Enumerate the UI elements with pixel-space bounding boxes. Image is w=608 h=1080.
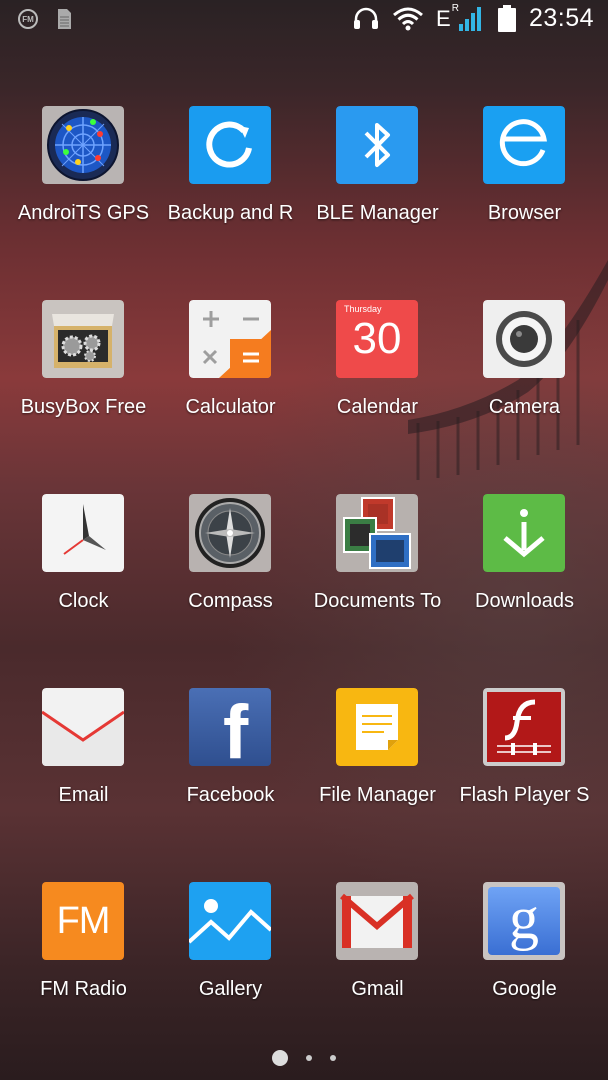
- compass-icon: [189, 494, 271, 572]
- app-label: Gallery: [198, 978, 263, 1000]
- fm-radio-glyph: FM: [56, 900, 111, 942]
- network-type-label: E: [436, 5, 451, 31]
- app-calculator[interactable]: Calculator: [157, 290, 304, 484]
- app-gmail[interactable]: Gmail: [304, 872, 451, 1066]
- calendar-day-number: 30: [352, 314, 402, 363]
- app-row: BusyBox Free Calculator Thursday 30 Cale…: [10, 290, 598, 484]
- app-label: Email: [58, 784, 109, 806]
- app-label: FM Radio: [40, 978, 127, 1000]
- fm-notification-icon: FM: [18, 9, 38, 29]
- app-gallery[interactable]: Gallery: [157, 872, 304, 1066]
- app-label: BusyBox Free: [20, 396, 147, 418]
- clock-icon: [42, 494, 124, 572]
- app-label: Clock: [58, 590, 109, 612]
- page-dot-3[interactable]: [330, 1055, 336, 1061]
- facebook-glyph: f: [223, 690, 249, 767]
- app-label: Google: [492, 978, 557, 1000]
- app-busybox-free[interactable]: BusyBox Free: [10, 290, 157, 484]
- flash-player-icon: [483, 688, 565, 766]
- calendar-day-name: Thursday: [344, 304, 382, 314]
- gps-radar-icon: [42, 106, 124, 184]
- app-label: Downloads: [475, 590, 574, 612]
- wifi-icon: [393, 7, 423, 30]
- app-label: Backup and R: [167, 202, 294, 224]
- app-label: Calendar: [336, 396, 419, 418]
- app-calendar[interactable]: Thursday 30 Calendar: [304, 290, 451, 484]
- browser-icon: [483, 106, 565, 184]
- app-label: AndroiTS GPS: [17, 202, 150, 224]
- gallery-icon: [189, 882, 271, 960]
- backup-icon: [189, 106, 271, 184]
- app-row: FM FM Radio Gallery Gmail g Google: [10, 872, 598, 1066]
- app-label: Browser: [487, 202, 562, 224]
- app-google[interactable]: g Google: [451, 872, 598, 1066]
- app-ble-manager[interactable]: BLE Manager: [304, 96, 451, 290]
- busybox-icon: [42, 300, 124, 378]
- app-compass[interactable]: Compass: [157, 484, 304, 678]
- app-facebook[interactable]: f Facebook: [157, 678, 304, 872]
- page-dot-2[interactable]: [306, 1055, 312, 1061]
- app-label: Gmail: [351, 978, 404, 1000]
- app-label: BLE Manager: [316, 202, 439, 224]
- app-row: AndroiTS GPS Backup and R BLE Manager Br…: [10, 96, 598, 290]
- sim-card-icon: [58, 9, 71, 29]
- bluetooth-icon: [336, 106, 418, 184]
- calendar-icon: Thursday 30: [336, 300, 418, 378]
- app-fm-radio[interactable]: FM FM Radio: [10, 872, 157, 1066]
- app-label: Flash Player S: [459, 784, 590, 806]
- app-flash-player-settings[interactable]: Flash Player S: [451, 678, 598, 872]
- camera-icon: [483, 300, 565, 378]
- app-label: Calculator: [185, 396, 276, 418]
- roaming-label: R: [451, 3, 459, 14]
- app-row: Clock Compass Documents To Downloads: [10, 484, 598, 678]
- app-label: File Manager: [319, 784, 436, 806]
- app-clock[interactable]: Clock: [10, 484, 157, 678]
- headset-icon: [354, 7, 379, 29]
- app-browser[interactable]: Browser: [451, 96, 598, 290]
- app-label: Camera: [488, 396, 561, 418]
- app-email[interactable]: Email: [10, 678, 157, 872]
- app-downloads[interactable]: Downloads: [451, 484, 598, 678]
- app-label: Facebook: [186, 784, 275, 806]
- email-icon: [42, 688, 124, 766]
- battery-icon: [497, 4, 516, 32]
- app-backup-and-restore[interactable]: Backup and R: [157, 96, 304, 290]
- app-label: Documents To: [313, 590, 442, 612]
- google-icon: g: [483, 882, 565, 960]
- app-label: Compass: [188, 590, 273, 612]
- page-indicator: [0, 1050, 608, 1066]
- mobile-signal: E R: [436, 3, 485, 32]
- signal-strength-icon: [458, 6, 481, 31]
- app-row: Email f Facebook File Manager Flash Play…: [10, 678, 598, 872]
- calculator-icon: [189, 300, 271, 378]
- google-glyph: g: [509, 885, 539, 951]
- facebook-icon: f: [189, 688, 271, 766]
- app-documents-to-go[interactable]: Documents To: [304, 484, 451, 678]
- app-file-manager[interactable]: File Manager: [304, 678, 451, 872]
- app-camera[interactable]: Camera: [451, 290, 598, 484]
- fm-radio-icon: FM: [42, 882, 124, 960]
- documents-icon: [336, 494, 418, 572]
- status-bar: FM E R 23:54: [0, 0, 608, 44]
- status-clock: 23:54: [528, 4, 594, 32]
- app-androits-gps[interactable]: AndroiTS GPS: [10, 96, 157, 290]
- gmail-icon: [336, 882, 418, 960]
- page-dot-1[interactable]: [272, 1050, 288, 1066]
- downloads-icon: [483, 494, 565, 572]
- file-manager-icon: [336, 688, 418, 766]
